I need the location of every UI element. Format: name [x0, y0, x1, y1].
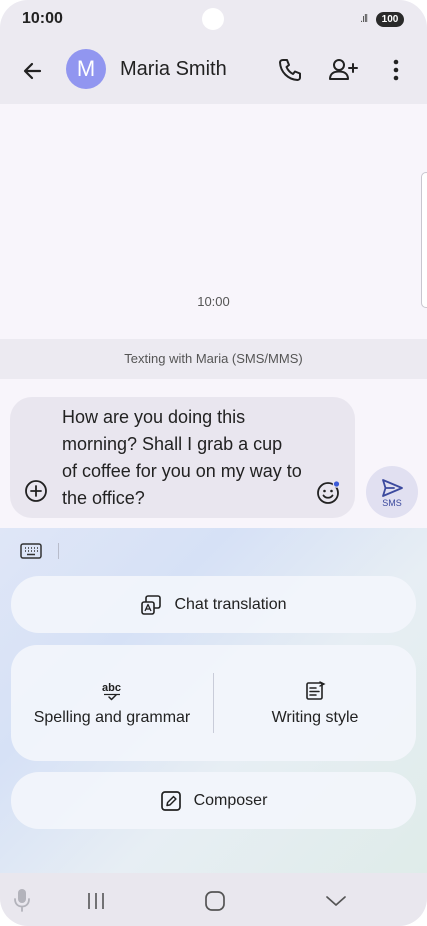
status-bar: 10:00 .ıll 100	[0, 0, 427, 40]
scrollbar[interactable]	[421, 172, 427, 308]
contact-name[interactable]: Maria Smith	[120, 58, 227, 81]
call-button[interactable]	[276, 56, 304, 84]
recents-icon	[88, 893, 104, 909]
assist-options-group: abc Spelling and grammar Writing style	[11, 645, 416, 761]
spelling-grammar-button[interactable]: abc Spelling and grammar	[11, 645, 213, 761]
keyboard-toggle-button[interactable]	[20, 542, 42, 560]
message-text[interactable]: How are you doing this morning? Shall I …	[62, 404, 302, 512]
chat-translation-button[interactable]: Chat translation	[11, 576, 416, 633]
recent-apps-button[interactable]	[84, 891, 108, 911]
add-person-icon	[329, 59, 358, 80]
spelling-grammar-label: Spelling and grammar	[33, 709, 191, 726]
composer-label: Composer	[193, 791, 268, 809]
conversation-header: M Maria Smith	[0, 40, 427, 104]
nav-back-button[interactable]	[324, 893, 348, 909]
camera-cutout	[202, 8, 224, 30]
writing-style-button[interactable]: Writing style	[214, 645, 416, 761]
battery-icon: 100	[376, 12, 404, 27]
writing-style-icon	[306, 681, 326, 700]
avatar[interactable]: M	[66, 49, 106, 89]
mic-icon	[14, 889, 30, 912]
back-button[interactable]	[18, 56, 48, 86]
emoji-icon	[317, 480, 341, 504]
home-icon	[205, 891, 225, 911]
attach-button[interactable]	[24, 479, 48, 503]
writing-style-label: Writing style	[271, 709, 359, 726]
spellcheck-icon: abc	[102, 682, 121, 701]
chat-translation-label: Chat translation	[174, 595, 287, 613]
signal-icon: .ıll	[360, 13, 368, 25]
compose-area: How are you doing this morning? Shall I …	[0, 379, 427, 528]
home-button[interactable]	[204, 890, 226, 912]
emoji-button[interactable]	[316, 479, 342, 505]
send-button[interactable]: SMS	[366, 466, 418, 518]
toolbar-divider	[58, 543, 59, 559]
more-vert-icon	[393, 59, 399, 81]
message-list[interactable]: 10:00	[0, 104, 427, 339]
svg-text:abc: abc	[102, 682, 121, 694]
chevron-down-icon	[326, 896, 346, 906]
edit-box-icon	[160, 790, 181, 811]
send-type-label: SMS	[382, 498, 402, 508]
navigation-bar	[0, 873, 427, 926]
translate-icon	[141, 594, 162, 615]
message-input[interactable]: How are you doing this morning? Shall I …	[10, 397, 355, 518]
phone-icon	[279, 59, 301, 81]
status-time: 10:00	[22, 10, 63, 27]
texting-banner: Texting with Maria (SMS/MMS)	[0, 339, 427, 379]
message-timestamp: 10:00	[197, 294, 230, 309]
keyboard-icon	[20, 543, 42, 559]
arrow-back-icon	[23, 62, 42, 80]
composer-button[interactable]: Composer	[11, 772, 416, 829]
phone-screen: 10:00 .ıll 100 M Maria Smith 10:00 Texti…	[0, 0, 427, 926]
writing-assist-panel: Chat translation abc Spelling and gramma…	[0, 528, 427, 873]
more-options-button[interactable]	[386, 56, 406, 84]
add-circle-icon	[25, 480, 47, 502]
add-contact-button[interactable]	[327, 56, 359, 84]
voice-input-button[interactable]	[12, 887, 32, 913]
